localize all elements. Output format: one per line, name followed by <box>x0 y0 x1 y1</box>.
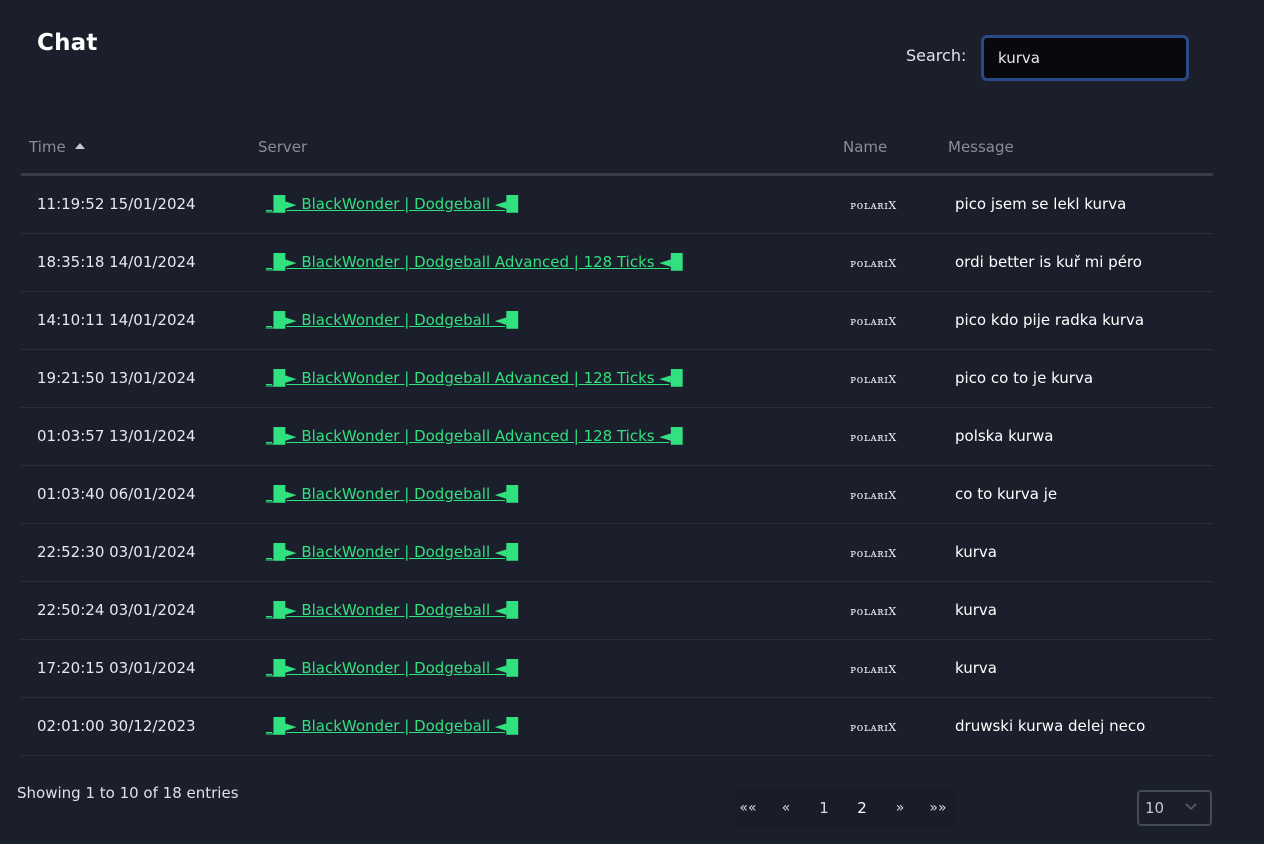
table-info: Showing 1 to 10 of 18 entries <box>17 784 239 802</box>
message-cell: kurva <box>955 543 997 561</box>
last-page-button[interactable]: »» <box>919 789 957 827</box>
message-cell: co to kurva je <box>955 485 1058 503</box>
pagination: «« « 1 2 » »» <box>729 789 957 827</box>
chevron-down-icon <box>1185 803 1197 811</box>
time-cell: 22:52:30 03/01/2024 <box>37 543 196 561</box>
player-name: ᴘᴏʟᴀʀɪX <box>850 199 897 212</box>
message-cell: druwski kurwa delej neco <box>955 717 1146 735</box>
time-cell: 17:20:15 03/01/2024 <box>37 659 196 677</box>
player-name: ᴘᴏʟᴀʀɪX <box>850 605 897 618</box>
column-header-message[interactable]: Message <box>948 138 1014 156</box>
first-page-button[interactable]: «« <box>729 789 767 827</box>
table-row: 22:52:30 03/01/2024 _█► BlackWonder | Do… <box>21 524 1213 582</box>
search-label: Search: <box>906 46 967 65</box>
time-cell: 22:50:24 03/01/2024 <box>37 601 196 619</box>
server-link[interactable]: _█► BlackWonder | Dodgeball ◄█ <box>266 601 518 619</box>
chat-table: Time Server Name Message 11:19:52 15/01/… <box>21 128 1213 756</box>
server-link[interactable]: _█► BlackWonder | Dodgeball ◄█ <box>266 311 518 329</box>
time-cell: 19:21:50 13/01/2024 <box>37 369 196 387</box>
column-header-time[interactable]: Time <box>29 138 85 156</box>
server-link[interactable]: _█► BlackWonder | Dodgeball Advanced | 1… <box>266 253 682 271</box>
player-name: ᴘᴏʟᴀʀɪX <box>850 431 897 444</box>
message-cell: pico jsem se lekl kurva <box>955 195 1127 213</box>
table-row: 01:03:57 13/01/2024 _█► BlackWonder | Do… <box>21 408 1213 466</box>
server-link[interactable]: _█► BlackWonder | Dodgeball ◄█ <box>266 195 518 213</box>
player-name: ᴘᴏʟᴀʀɪX <box>850 315 897 328</box>
player-name: ᴘᴏʟᴀʀɪX <box>850 489 897 502</box>
server-link[interactable]: _█► BlackWonder | Dodgeball ◄█ <box>266 659 518 677</box>
message-cell: kurva <box>955 659 997 677</box>
message-cell: pico co to je kurva <box>955 369 1094 387</box>
table-row: 02:01:00 30/12/2023 _█► BlackWonder | Do… <box>21 698 1213 756</box>
player-name: ᴘᴏʟᴀʀɪX <box>850 547 897 560</box>
time-cell: 01:03:40 06/01/2024 <box>37 485 196 503</box>
player-name: ᴘᴏʟᴀʀɪX <box>850 257 897 270</box>
table-row: 14:10:11 14/01/2024 _█► BlackWonder | Do… <box>21 292 1213 350</box>
column-header-server[interactable]: Server <box>258 138 307 156</box>
message-cell: polska kurwa <box>955 427 1054 445</box>
time-cell: 11:19:52 15/01/2024 <box>37 195 196 213</box>
player-name: ᴘᴏʟᴀʀɪX <box>850 721 897 734</box>
sort-ascending-icon <box>74 143 85 149</box>
previous-page-button[interactable]: « <box>767 789 805 827</box>
server-link[interactable]: _█► BlackWonder | Dodgeball ◄█ <box>266 485 518 503</box>
time-cell: 14:10:11 14/01/2024 <box>37 311 196 329</box>
table-row: 22:50:24 03/01/2024 _█► BlackWonder | Do… <box>21 582 1213 640</box>
column-header-name[interactable]: Name <box>843 138 887 156</box>
message-cell: ordi better is kuř mi péro <box>955 253 1142 271</box>
table-row: 11:19:52 15/01/2024 _█► BlackWonder | Do… <box>21 176 1213 234</box>
server-link[interactable]: _█► BlackWonder | Dodgeball ◄█ <box>266 543 518 561</box>
table-header: Time Server Name Message <box>21 128 1213 176</box>
page-length-select[interactable]: 10 <box>1137 790 1212 826</box>
time-cell: 01:03:57 13/01/2024 <box>37 427 196 445</box>
server-link[interactable]: _█► BlackWonder | Dodgeball Advanced | 1… <box>266 427 682 445</box>
time-cell: 18:35:18 14/01/2024 <box>37 253 196 271</box>
page-length-value: 10 <box>1145 799 1165 817</box>
time-cell: 02:01:00 30/12/2023 <box>37 717 196 735</box>
player-name: ᴘᴏʟᴀʀɪX <box>850 663 897 676</box>
table-row: 19:21:50 13/01/2024 _█► BlackWonder | Do… <box>21 350 1213 408</box>
player-name: ᴘᴏʟᴀʀɪX <box>850 373 897 386</box>
page-2-button[interactable]: 2 <box>843 789 881 827</box>
table-row: 18:35:18 14/01/2024 _█► BlackWonder | Do… <box>21 234 1213 292</box>
search-input[interactable] <box>981 35 1189 81</box>
message-cell: pico kdo pije radka kurva <box>955 311 1145 329</box>
page-1-button[interactable]: 1 <box>805 789 843 827</box>
chat-page: Chat Search: Time Server Name Message 11… <box>0 0 1264 844</box>
page-title: Chat <box>37 30 98 56</box>
table-row: 01:03:40 06/01/2024 _█► BlackWonder | Do… <box>21 466 1213 524</box>
message-cell: kurva <box>955 601 997 619</box>
server-link[interactable]: _█► BlackWonder | Dodgeball ◄█ <box>266 717 518 735</box>
server-link[interactable]: _█► BlackWonder | Dodgeball Advanced | 1… <box>266 369 682 387</box>
next-page-button[interactable]: » <box>881 789 919 827</box>
table-row: 17:20:15 03/01/2024 _█► BlackWonder | Do… <box>21 640 1213 698</box>
